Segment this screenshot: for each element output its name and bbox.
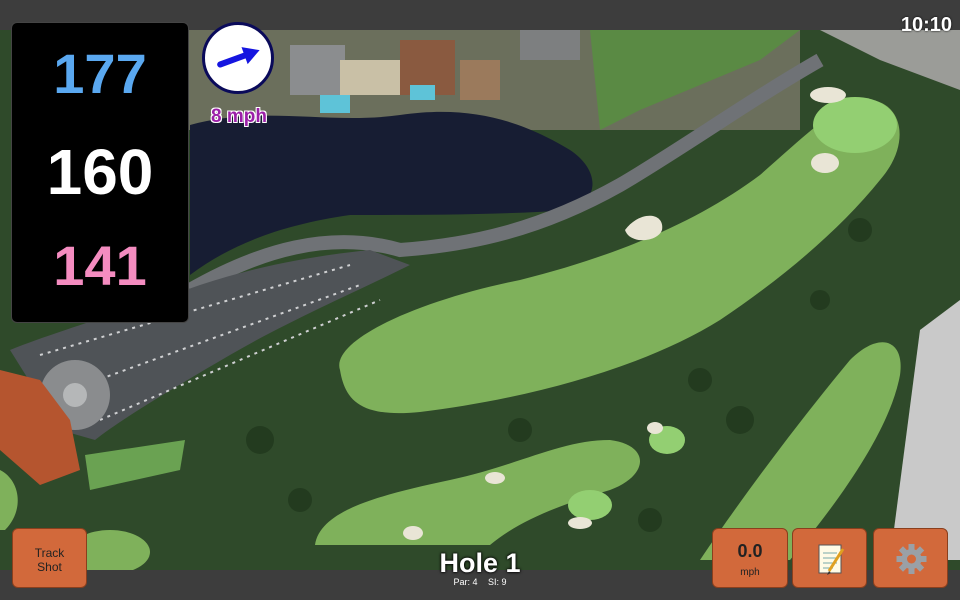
- hole-stroke-index: SI: 9: [488, 577, 507, 587]
- yardage-middle: 160: [46, 136, 154, 208]
- wind-direction-arrow-icon: [202, 22, 274, 94]
- wind-speed: 8 mph: [211, 106, 267, 127]
- track-shot-button[interactable]: Track Shot: [12, 528, 87, 588]
- settings-button[interactable]: [873, 528, 948, 588]
- track-shot-label-line1: Track: [34, 546, 65, 560]
- yardage-back: 177: [53, 42, 147, 105]
- speed-button[interactable]: 0.0 mph: [712, 528, 788, 588]
- speed-unit: mph: [740, 567, 760, 578]
- yardage-panel: 177 160 141: [11, 22, 189, 323]
- hole-title: Hole 1: [439, 548, 521, 578]
- clock: 10:10: [900, 14, 952, 36]
- hole-par: Par: 4: [453, 577, 478, 587]
- scorecard-notes-button[interactable]: [792, 528, 867, 588]
- notepad-icon: [818, 544, 845, 575]
- track-shot-label-line2: Shot: [37, 560, 62, 574]
- yardage-front: 141: [53, 234, 147, 297]
- gear-icon: [896, 544, 927, 574]
- hole-info: Par: 4 SI: 9: [380, 577, 580, 587]
- speed-value: 0.0: [737, 541, 763, 561]
